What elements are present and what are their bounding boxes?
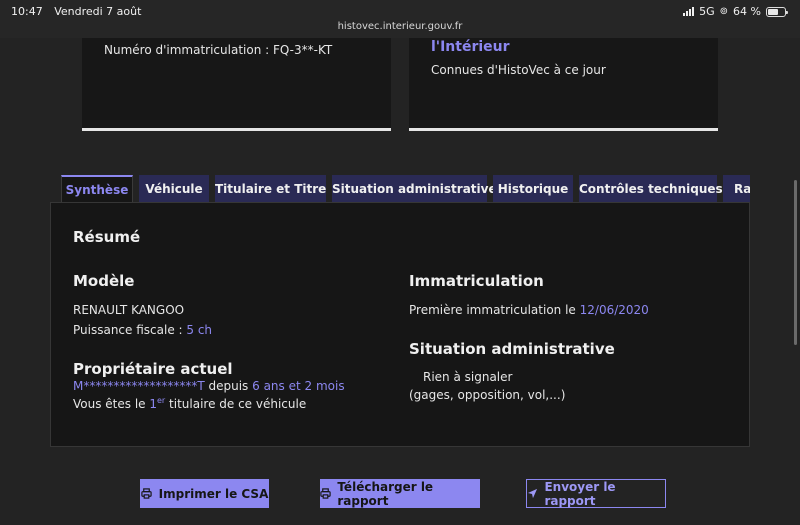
admin-situation-heading: Situation administrative (409, 340, 615, 358)
download-report-button[interactable]: Télécharger le rapport (320, 479, 480, 508)
status-right: 5G ⊚ 64 % (683, 5, 788, 18)
download-report-label: Télécharger le rapport (337, 479, 434, 508)
print-csa-button[interactable]: Imprimer le CSA (140, 479, 269, 508)
status-left: 10:47 Vendredi 7 août (11, 5, 149, 18)
signal-icon (683, 7, 695, 16)
titulaire-suffix: titulaire de ce véhicule (165, 397, 307, 411)
report-tabs: Synthèse Véhicule Titulaire et Titre Sit… (61, 175, 750, 203)
source-card-title: l'Intérieur (431, 39, 510, 55)
owner-since-label: depuis (204, 379, 253, 393)
owner-name: M*******************T (73, 379, 205, 393)
address-bar-url[interactable]: histovec.interieur.gouv.fr (0, 21, 800, 32)
battery-fill (768, 8, 779, 15)
battery-icon (766, 6, 788, 17)
summary-panel: Résumé Modèle RENAULT KANGOO Puissance f… (50, 202, 750, 447)
summary-heading: Résumé (73, 228, 141, 246)
admin-situation-value: Rien à signaler (423, 370, 513, 384)
tab-controles-techniques[interactable]: Contrôles techniques (579, 175, 723, 203)
owner-line: M*******************T depuis 6 ans et 2 … (73, 379, 345, 393)
printer-icon (141, 488, 153, 500)
status-time: 10:47 (11, 5, 43, 18)
page-scrollbar[interactable] (794, 180, 797, 345)
admin-situation-detail: (gages, opposition, vol,...) (409, 388, 566, 402)
model-value: RENAULT KANGOO (73, 303, 185, 317)
registration-number: Numéro d'immatriculation : FQ-3**-KT (104, 43, 333, 57)
tab-situation-administrative[interactable]: Situation administrative (332, 175, 497, 203)
titulaire-prefix: Vous êtes le (73, 397, 150, 411)
source-card: l'Intérieur Connues d'HistoVec à ce jour (409, 38, 718, 131)
network-label: 5G (699, 5, 715, 18)
send-arrow-icon (527, 488, 538, 500)
tab-titulaire[interactable]: Titulaire et Titre (215, 175, 326, 203)
titulaire-rank: 1 (149, 397, 157, 411)
first-immat-date: 12/06/2020 (579, 303, 649, 317)
status-date: Vendredi 7 août (54, 5, 142, 18)
owner-since-value: 6 ans et 2 mois (252, 379, 345, 393)
registration-card: Numéro d'immatriculation : FQ-3**-KT (82, 38, 391, 131)
first-immatriculation: Première immatriculation le 12/06/2020 (409, 303, 649, 317)
status-bar: 10:47 Vendredi 7 août histovec.interieur… (0, 0, 800, 38)
send-report-label: Envoyer le rapport (544, 479, 616, 508)
send-report-button[interactable]: Envoyer le rapport (526, 479, 666, 508)
tab-historique[interactable]: Historique (493, 175, 573, 203)
titulaire-line: Vous êtes le 1er titulaire de ce véhicul… (73, 396, 306, 411)
first-immat-label: Première immatriculation le (409, 303, 580, 317)
printer-icon (320, 488, 331, 500)
source-card-subtitle: Connues d'HistoVec à ce jour (431, 63, 606, 77)
fiscal-power-value: 5 ch (186, 323, 213, 337)
print-csa-label: Imprimer le CSA (158, 486, 269, 501)
orientation-lock-icon: ⊚ (719, 6, 729, 17)
tab-synthese[interactable]: Synthèse (61, 175, 133, 203)
model-heading: Modèle (73, 272, 135, 290)
fiscal-power-label: Puissance fiscale : (73, 323, 187, 337)
tab-vehicule[interactable]: Véhicule (139, 175, 209, 203)
immatriculation-heading: Immatriculation (409, 272, 544, 290)
tab-rapport[interactable]: Rapport (723, 175, 750, 203)
fiscal-power: Puissance fiscale : 5 ch (73, 323, 212, 337)
titulaire-rank-suffix: er (157, 396, 166, 405)
battery-percent: 64 % (733, 5, 761, 18)
owner-heading: Propriétaire actuel (73, 360, 233, 378)
